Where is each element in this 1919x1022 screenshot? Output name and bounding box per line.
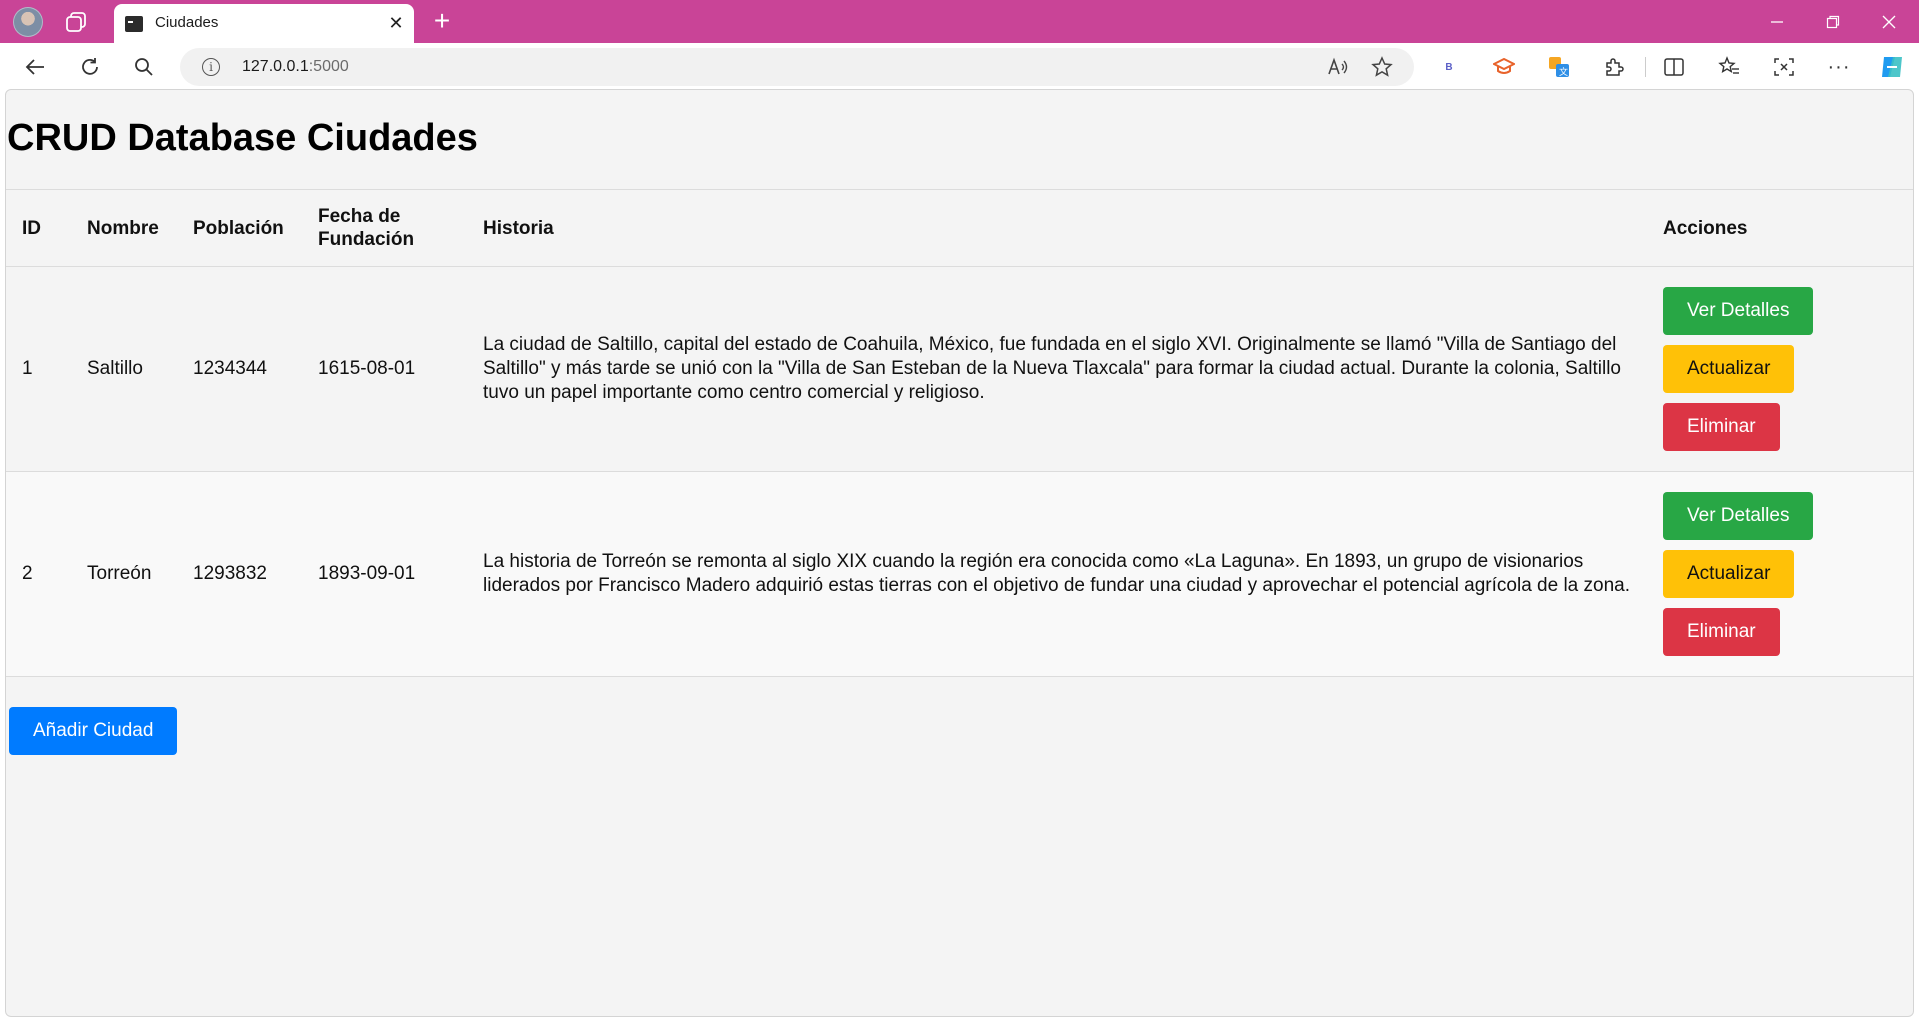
table-row: 1 Saltillo 1234344 1615-08-01 La ciudad …: [6, 266, 1913, 472]
cell-fecha: 1893-09-01: [302, 471, 467, 677]
add-city-button[interactable]: Añadir Ciudad: [9, 707, 178, 755]
address-bar[interactable]: i 127.0.0.1:5000: [180, 48, 1414, 86]
search-icon[interactable]: [128, 51, 160, 83]
cell-historia: La historia de Torreón se remonta al sig…: [467, 471, 1647, 677]
toolbar-divider: [1645, 57, 1646, 77]
header-nombre: Nombre: [71, 189, 177, 267]
info-icon[interactable]: i: [202, 58, 220, 76]
tab-title: Ciudades: [155, 14, 219, 31]
split-screen-icon[interactable]: [1658, 51, 1690, 83]
refresh-icon[interactable]: [74, 51, 106, 83]
actualizar-button[interactable]: Actualizar: [1663, 345, 1795, 393]
cell-nombre: Saltillo: [71, 266, 177, 472]
eliminar-button[interactable]: Eliminar: [1663, 608, 1780, 656]
cell-acciones: Ver Detalles Actualizar Eliminar: [1647, 471, 1913, 677]
cell-id: 2: [6, 471, 71, 677]
table-row: 2 Torreón 1293832 1893-09-01 La historia…: [6, 471, 1913, 677]
bing-icon[interactable]: B: [1433, 51, 1465, 83]
url-text[interactable]: 127.0.0.1:5000: [242, 58, 349, 76]
restore-icon[interactable]: [1805, 0, 1861, 43]
header-fecha: Fecha de Fundación: [302, 189, 467, 267]
cell-historia: La ciudad de Saltillo, capital del estad…: [467, 266, 1647, 472]
translate-icon[interactable]: 文: [1543, 51, 1575, 83]
puzzle-icon[interactable]: [1598, 51, 1630, 83]
plus-icon[interactable]: +: [428, 5, 456, 36]
cities-table: ID Nombre Población Fecha de Fundación Hi…: [6, 189, 1913, 677]
ver-detalles-button[interactable]: Ver Detalles: [1663, 492, 1814, 540]
cell-id: 1: [6, 266, 71, 472]
window-close-icon[interactable]: [1861, 0, 1917, 43]
header-acciones: Acciones: [1647, 189, 1913, 267]
actualizar-button[interactable]: Actualizar: [1663, 550, 1795, 598]
table-header-row: ID Nombre Población Fecha de Fundación Hi…: [6, 189, 1913, 267]
ver-detalles-button[interactable]: Ver Detalles: [1663, 287, 1814, 335]
screenshot-icon[interactable]: [1768, 51, 1800, 83]
eliminar-button[interactable]: Eliminar: [1663, 403, 1780, 451]
browser-tab[interactable]: Ciudades ✕: [114, 4, 414, 43]
favorites-icon[interactable]: [1713, 51, 1745, 83]
cell-acciones: Ver Detalles Actualizar Eliminar: [1647, 266, 1913, 472]
close-icon[interactable]: ✕: [384, 11, 408, 35]
cell-poblacion: 1234344: [177, 266, 302, 472]
cell-nombre: Torreón: [71, 471, 177, 677]
read-aloud-icon[interactable]: [1322, 51, 1354, 83]
graduation-cap-icon[interactable]: [1488, 51, 1520, 83]
header-fecha-line2: Fundación: [318, 229, 415, 250]
page-title: CRUD Database Ciudades: [7, 117, 478, 159]
header-fecha-line1: Fecha de: [318, 206, 401, 227]
profile-avatar[interactable]: [13, 7, 43, 37]
back-arrow-icon[interactable]: [19, 51, 51, 83]
header-poblacion: Población: [177, 189, 302, 267]
minimize-icon[interactable]: [1749, 0, 1805, 43]
copilot-icon[interactable]: [1876, 51, 1908, 83]
svg-text:文: 文: [1559, 66, 1568, 78]
cell-poblacion: 1293832: [177, 471, 302, 677]
more-icon[interactable]: ···: [1823, 51, 1855, 83]
star-icon[interactable]: [1366, 51, 1398, 83]
terminal-favicon-icon: [125, 16, 143, 32]
page-viewport: CRUD Database Ciudades ID Nombre Poblaci…: [5, 89, 1914, 1017]
cell-fecha: 1615-08-01: [302, 266, 467, 472]
browser-tab-bar: Ciudades ✕ +: [0, 0, 1919, 43]
header-historia: Historia: [467, 189, 1647, 267]
browser-toolbar: i 127.0.0.1:5000 B 文 ···: [0, 43, 1919, 89]
header-id: ID: [6, 189, 71, 267]
workspaces-icon[interactable]: [64, 10, 90, 34]
